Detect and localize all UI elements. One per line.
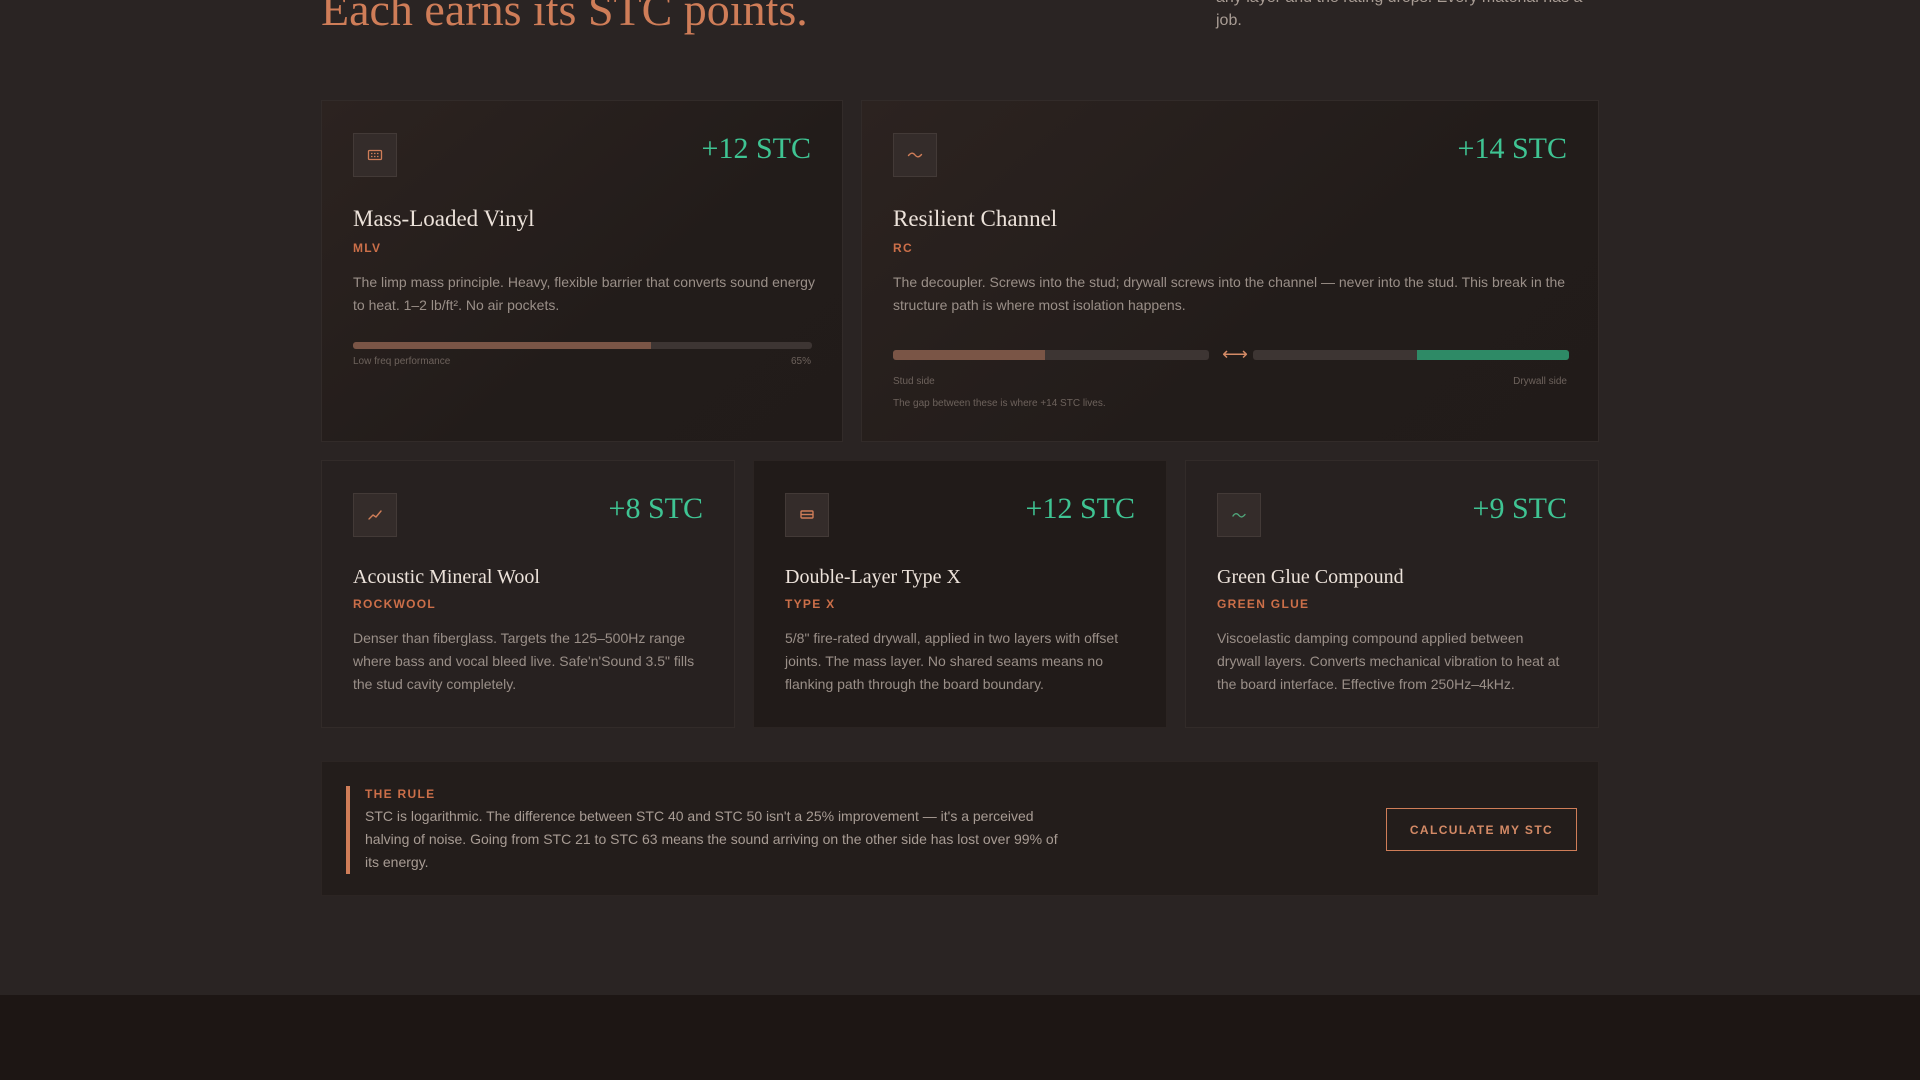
rule-label: THE RULE [365, 787, 436, 801]
material-tag: ROCKWOOL [353, 597, 437, 611]
stc-rating: +12 STC [1025, 492, 1135, 525]
mineral-wool-icon [353, 493, 397, 537]
wave-channel-icon [893, 133, 937, 177]
material-title: Acoustic Mineral Wool [353, 566, 540, 588]
footer-band [0, 995, 1920, 1080]
material-description: The decoupler. Screws into the stud; dry… [893, 274, 1566, 313]
material-card-rc: +14 STC Resilient Channel RC The decoupl… [861, 100, 1599, 442]
stc-rating: +12 STC [701, 132, 811, 165]
stud-side-label: Stud side [893, 376, 935, 387]
material-tag: MLV [353, 241, 382, 255]
stud-side-bar-fill [893, 350, 1045, 360]
material-description: Viscoelastic damping compound applied be… [1217, 630, 1560, 692]
drywall-side-bar [1253, 350, 1569, 360]
material-description: Denser than fiberglass. Targets the 125–… [353, 630, 695, 692]
material-title: Double-Layer Type X [785, 566, 961, 588]
meter-label: Low freq performance [353, 356, 451, 367]
stc-rating: +8 STC [608, 492, 703, 525]
drywall-side-bar-fill [1417, 350, 1569, 360]
material-title: Mass-Loaded Vinyl [353, 206, 535, 231]
material-description: The limp mass principle. Heavy, flexible… [353, 274, 815, 313]
stud-side-bar [893, 350, 1209, 360]
decouple-note: The gap between these is where +14 STC l… [893, 398, 1106, 409]
section-lede: any layer and the rating drops. Every ma… [1216, 0, 1582, 29]
damping-glue-icon [1217, 493, 1261, 537]
decouple-arrow-icon: ⟷ [1222, 344, 1248, 364]
calculate-stc-button[interactable]: CALCULATE MY STC [1386, 808, 1577, 851]
rule-text: STC is logarithmic. The difference betwe… [365, 808, 1058, 870]
rule-accent-bar [346, 786, 350, 874]
stc-rating: +9 STC [1472, 492, 1567, 525]
material-card-green-glue: +9 STC Green Glue Compound GREEN GLUE Vi… [1185, 460, 1599, 728]
material-tag: RC [893, 241, 913, 255]
drywall-side-label: Drywall side [1513, 376, 1567, 387]
section-headline: Each earns its STC points. [321, 0, 808, 35]
low-freq-meter [353, 342, 812, 349]
material-title: Green Glue Compound [1217, 566, 1404, 588]
material-tag: GREEN GLUE [1217, 597, 1310, 611]
material-title: Resilient Channel [893, 206, 1058, 231]
material-tag: TYPE X [785, 597, 836, 611]
drywall-layers-icon [785, 493, 829, 537]
vinyl-sheet-icon [353, 133, 397, 177]
material-description: 5/8" fire-rated drywall, applied in two … [785, 630, 1119, 692]
low-freq-meter-fill [353, 342, 652, 349]
meter-value: 65% [790, 356, 811, 367]
material-card-rockwool: +8 STC Acoustic Mineral Wool ROCKWOOL De… [321, 460, 735, 728]
rule-callout: THE RULE STC is logarithmic. The differe… [321, 761, 1599, 896]
stc-rating: +14 STC [1457, 132, 1567, 165]
material-card-type-x: +12 STC Double-Layer Type X TYPE X 5/8" … [753, 460, 1167, 728]
material-card-mlv: +12 STC Mass-Loaded Vinyl MLV The limp m… [321, 100, 843, 442]
